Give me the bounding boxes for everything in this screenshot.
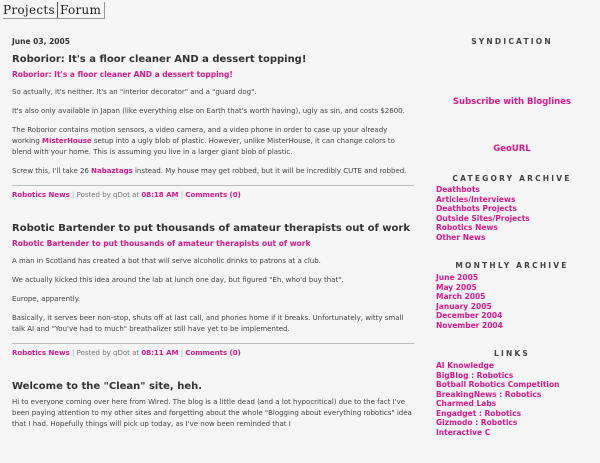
post-paragraph: We actually kicked this idea around the … (12, 276, 344, 284)
comments-link[interactable]: Comments (0) (185, 349, 240, 357)
category-list: Deathbots Articles/Interviews Deathbots … (432, 185, 592, 242)
links-list: AI Knowledge BigBlog : Robotics Botball … (432, 361, 592, 437)
month-item[interactable]: December 2004 (436, 311, 592, 321)
posted-by: Posted by qDot at (76, 349, 140, 357)
comments-link[interactable]: Comments (0) (185, 191, 240, 199)
post-source-link[interactable]: Roborior: It's a floor cleaner AND a des… (12, 70, 414, 79)
post-paragraph: The Roborior contains motion sensors, a … (12, 125, 414, 158)
permalink[interactable]: 08:11 AM (141, 349, 178, 357)
syndication-heading: SYNDICATION (471, 37, 553, 46)
site-logo[interactable]: Projects Forum (3, 1, 106, 19)
post-paragraph: A man in Scotland has created a bot that… (12, 257, 321, 265)
post-title: Roborior: It's a floor cleaner AND a des… (12, 54, 307, 65)
monthly-archive-heading: MONTHLY ARCHIVE (455, 261, 569, 270)
post-title: Robotic Bartender to put thousands of am… (12, 223, 410, 234)
text: Screw this, I'll take 26 (12, 167, 92, 175)
link-item[interactable]: Charmed Labs (436, 399, 592, 409)
category-item[interactable]: Deathbots (436, 185, 592, 195)
nabaztags-link[interactable]: Nabaztags (91, 167, 133, 175)
month-item[interactable]: November 2004 (436, 321, 592, 331)
post: Welcome to the "Clean" site, heh. Hi to … (12, 381, 414, 430)
category-archive-heading: CATEGORY ARCHIVE (452, 174, 572, 183)
post: Roborior: It's a floor cleaner AND a des… (12, 54, 414, 199)
category-item[interactable]: Articles/Interviews (436, 195, 592, 205)
post-source-link[interactable]: Robotic Bartender to put thousands of am… (12, 239, 414, 248)
link-item[interactable]: Interactive C (436, 428, 592, 438)
post: Robotic Bartender to put thousands of am… (12, 223, 414, 357)
category-link[interactable]: Robotics News (12, 349, 70, 357)
post-paragraph: Europe, apparently. (12, 295, 81, 303)
logo-divider (56, 1, 58, 18)
logo-projects: Projects (3, 2, 55, 17)
post-footer: Robotics News | Posted by qDot at 08:18 … (12, 185, 414, 199)
link-item[interactable]: AI Knowledge (436, 361, 592, 371)
post-date: June 03, 2005 (12, 37, 70, 46)
main-content: June 03, 2005 Roborior: It's a floor cle… (12, 37, 414, 438)
category-item[interactable]: Outside Sites/Projects (436, 214, 592, 224)
month-list: June 2005 May 2005 March 2005 January 20… (432, 273, 592, 330)
text: instead. My house may get robbed, but it… (132, 167, 407, 175)
site-header: Projects Forum (0, 0, 600, 22)
bloglines-link[interactable]: Subscribe with Bloglines (432, 97, 592, 107)
post-paragraph: So actually, it's neither. It's an "inte… (12, 88, 257, 96)
sidebar: SYNDICATION Subscribe with Bloglines Geo… (432, 37, 592, 437)
link-item[interactable]: Engadget : Robotics (436, 409, 592, 419)
category-item[interactable]: Deathbots Projects (436, 204, 592, 214)
geourl-link[interactable]: GeoURL (432, 144, 592, 154)
post-footer: Robotics News | Posted by qDot at 08:11 … (12, 343, 414, 357)
post-paragraph: Hi to everyone coming over here from Wir… (12, 398, 412, 428)
month-item[interactable]: May 2005 (436, 283, 592, 293)
category-item[interactable]: Robotics News (436, 223, 592, 233)
link-item[interactable]: Botball Robotics Competition (436, 380, 592, 390)
post-paragraph: Basically, it serves beer non-stop, shut… (12, 314, 404, 333)
month-item[interactable]: June 2005 (436, 273, 592, 283)
permalink[interactable]: 08:18 AM (141, 191, 178, 199)
link-item[interactable]: BreakingNews : Robotics (436, 390, 592, 400)
link-item[interactable]: BigBlog : Robotics (436, 371, 592, 381)
links-heading: LINKS (493, 349, 531, 358)
logo-forum: Forum (59, 2, 102, 17)
category-item[interactable]: Other News (436, 233, 592, 243)
posted-by: Posted by qDot at (76, 191, 140, 199)
link-item[interactable]: Gizmodo : Robotics (436, 418, 592, 428)
category-link[interactable]: Robotics News (12, 191, 70, 199)
post-paragraph: Screw this, I'll take 26 Nabaztags inste… (12, 166, 414, 177)
month-item[interactable]: January 2005 (436, 302, 592, 312)
misterhouse-link[interactable]: MisterHouse (42, 137, 92, 145)
month-item[interactable]: March 2005 (436, 292, 592, 302)
post-paragraph: It's also only available in Japan (like … (12, 107, 405, 115)
post-title: Welcome to the "Clean" site, heh. (12, 381, 203, 392)
